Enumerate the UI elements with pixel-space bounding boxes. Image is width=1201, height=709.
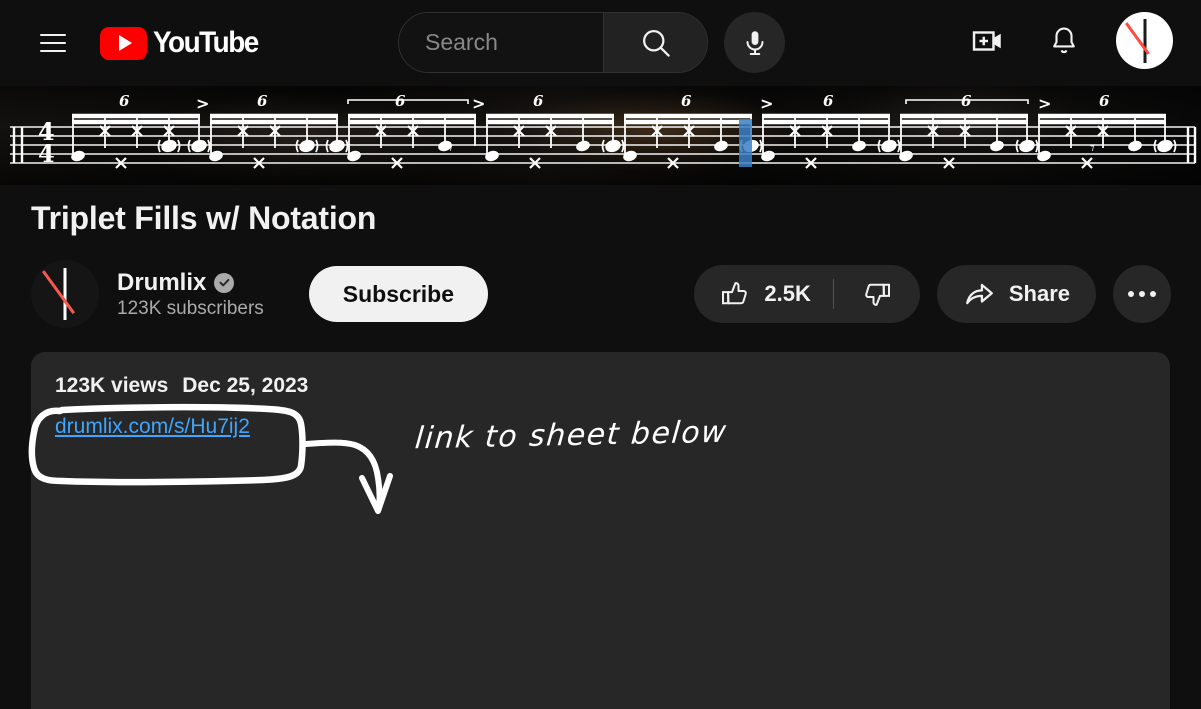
create-video-icon bbox=[972, 30, 1001, 51]
svg-text:6: 6 bbox=[533, 92, 544, 110]
masthead-right-group bbox=[964, 12, 1173, 69]
like-dislike-group: 2.5K bbox=[694, 265, 920, 323]
channel-name[interactable]: Drumlix bbox=[117, 269, 206, 297]
playback-cursor bbox=[739, 119, 752, 167]
channel-avatar-drumstick-red bbox=[42, 270, 75, 315]
description-box[interactable]: 123K views Dec 25, 2023 drumlix.com/s/Hu… bbox=[31, 352, 1170, 709]
description-meta: 123K views Dec 25, 2023 bbox=[55, 374, 1146, 398]
more-dot bbox=[1150, 291, 1156, 297]
verified-check-icon bbox=[214, 272, 235, 293]
svg-text:6: 6 bbox=[681, 92, 692, 110]
search-input-area[interactable] bbox=[399, 13, 603, 72]
page-title: Triplet Fills w/ Notation bbox=[31, 200, 377, 236]
svg-text:6: 6 bbox=[961, 92, 972, 110]
youtube-play-icon bbox=[100, 26, 147, 60]
svg-text:𝄾: 𝄾 bbox=[448, 137, 453, 159]
like-button[interactable]: 2.5K bbox=[694, 265, 832, 323]
channel-meta: Drumlix 123K subscribers bbox=[117, 269, 264, 320]
subscribe-button[interactable]: Subscribe bbox=[308, 266, 489, 322]
channel-avatar-drumstick-white bbox=[63, 268, 67, 320]
svg-text:6: 6 bbox=[395, 92, 406, 110]
avatar-drumstick-dark bbox=[1143, 19, 1146, 63]
share-button[interactable]: Share bbox=[936, 265, 1096, 323]
channel-info-row: Drumlix 123K subscribers Subscribe bbox=[31, 260, 489, 328]
svg-text:>: > bbox=[472, 94, 485, 113]
share-arrow-icon bbox=[965, 283, 993, 305]
channel-avatar[interactable] bbox=[31, 260, 99, 328]
svg-text:6: 6 bbox=[119, 92, 130, 110]
user-avatar[interactable] bbox=[1116, 12, 1173, 69]
subscriber-count: 123K subscribers bbox=[117, 297, 264, 319]
youtube-logo-text: YouTube bbox=[153, 26, 259, 59]
svg-text:>: > bbox=[196, 94, 209, 113]
svg-text:4: 4 bbox=[38, 139, 55, 168]
notifications-button[interactable] bbox=[1040, 17, 1088, 65]
voice-search-button[interactable] bbox=[724, 12, 785, 73]
svg-text:>: > bbox=[760, 94, 773, 113]
masthead-header: YouTube bbox=[0, 0, 1201, 86]
search-icon bbox=[642, 29, 670, 57]
avatar-drumstick-red bbox=[1125, 22, 1150, 55]
video-actions-row: 2.5K Share bbox=[694, 265, 1171, 323]
svg-text:>: > bbox=[1038, 94, 1051, 113]
upload-date: Dec 25, 2023 bbox=[182, 374, 309, 397]
search-bar[interactable] bbox=[398, 12, 708, 73]
more-options-button[interactable] bbox=[1113, 265, 1171, 323]
more-dot bbox=[1128, 291, 1134, 297]
create-video-button[interactable] bbox=[964, 17, 1012, 65]
search-submit-button[interactable] bbox=[603, 13, 707, 72]
thumbs-down-icon bbox=[865, 283, 890, 306]
microphone-icon bbox=[746, 30, 763, 55]
masthead-left-group: YouTube bbox=[0, 24, 266, 62]
dislike-button[interactable] bbox=[834, 265, 920, 323]
search-input[interactable] bbox=[425, 29, 603, 56]
youtube-logo[interactable]: YouTube bbox=[100, 26, 266, 60]
svg-text:𝄾: 𝄾 bbox=[1090, 137, 1095, 159]
search-group bbox=[398, 12, 785, 73]
like-count: 2.5K bbox=[764, 281, 811, 306]
bell-notifications-icon bbox=[1053, 26, 1075, 53]
drum-notation-overlay: 4 4 6 6 6 6 6 6 6 6 > > > > 𝄾 𝄾 bbox=[10, 92, 1197, 169]
channel-name-line: Drumlix bbox=[117, 269, 264, 297]
svg-text:6: 6 bbox=[257, 92, 268, 110]
svg-text:6: 6 bbox=[1099, 92, 1110, 110]
youtube-watch-page: YouTube Search 4 4 6 6 6 6 6 6 6 6 > > >… bbox=[0, 0, 1201, 709]
svg-text:6: 6 bbox=[823, 92, 834, 110]
share-label: Share bbox=[1008, 281, 1070, 306]
thumbs-up-icon bbox=[722, 282, 748, 305]
view-count: 123K views bbox=[55, 374, 169, 397]
more-dot bbox=[1139, 291, 1145, 297]
hamburger-menu-icon[interactable] bbox=[34, 24, 72, 62]
video-player[interactable]: 4 4 6 6 6 6 6 6 6 6 > > > > 𝄾 𝄾 bbox=[0, 86, 1201, 185]
description-link[interactable]: drumlix.com/s/Hu7ij2 bbox=[55, 415, 250, 439]
